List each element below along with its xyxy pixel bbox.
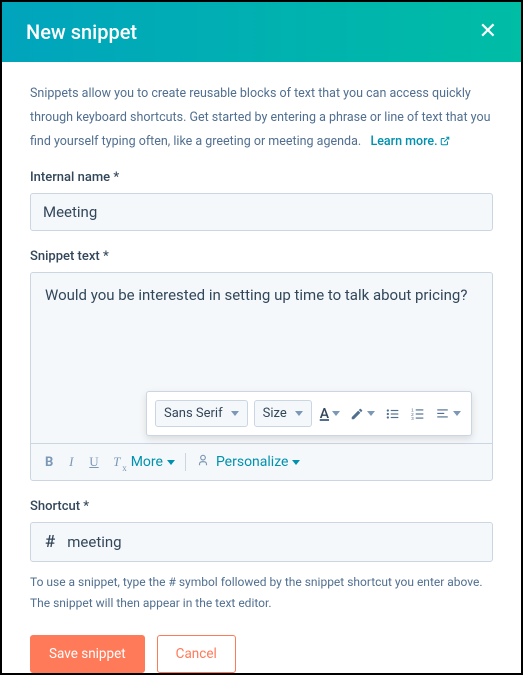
font-family-select[interactable]: Sans Serif xyxy=(155,400,248,427)
chevron-down-icon xyxy=(295,411,303,416)
personalize-token-icon[interactable] xyxy=(196,453,210,471)
bullet-list-button[interactable] xyxy=(383,405,402,423)
align-button[interactable] xyxy=(433,405,463,423)
more-button[interactable]: More xyxy=(131,454,175,470)
modal-title: New snippet xyxy=(26,20,137,44)
internal-name-label: Internal name * xyxy=(30,170,493,185)
highlighter-icon xyxy=(350,407,364,421)
editor-toolbar: B I U Tx More Personalize xyxy=(31,443,492,480)
modal-footer: Save snippet Cancel xyxy=(2,635,521,693)
description-text: Snippets allow you to create reusable bl… xyxy=(30,82,493,154)
highlight-button[interactable] xyxy=(348,405,377,423)
learn-more-link[interactable]: Learn more. xyxy=(370,134,449,149)
underline-button[interactable]: U xyxy=(85,452,102,472)
chevron-down-icon xyxy=(292,460,300,465)
snippet-text-label: Snippet text * xyxy=(30,249,493,264)
shortcut-help-text: To use a snippet, type the # symbol foll… xyxy=(30,572,493,613)
svg-text:3: 3 xyxy=(411,416,414,421)
italic-button[interactable]: I xyxy=(63,452,79,472)
bold-button[interactable]: B xyxy=(41,453,57,472)
align-icon xyxy=(435,407,450,421)
text-color-button[interactable]: A xyxy=(318,404,342,424)
toolbar-divider xyxy=(185,453,186,471)
bullet-list-icon xyxy=(385,407,400,421)
shortcut-input[interactable] xyxy=(59,524,492,560)
chevron-down-icon xyxy=(332,411,340,416)
clear-format-button[interactable]: Tx xyxy=(109,452,125,472)
modal-header: New snippet ✕ xyxy=(2,2,521,62)
numbered-list-button[interactable]: 123 xyxy=(408,405,427,423)
modal-body: Snippets allow you to create reusable bl… xyxy=(2,62,521,613)
cancel-button[interactable]: Cancel xyxy=(157,635,236,673)
close-icon[interactable]: ✕ xyxy=(479,21,497,43)
chevron-down-icon xyxy=(453,411,461,416)
font-size-select[interactable]: Size xyxy=(254,400,312,427)
numbered-list-icon: 123 xyxy=(410,407,425,421)
chevron-down-icon xyxy=(167,460,175,465)
chevron-down-icon xyxy=(231,411,239,416)
shortcut-field: # xyxy=(30,522,493,562)
shortcut-label: Shortcut * xyxy=(30,499,493,514)
shortcut-prefix: # xyxy=(31,523,59,561)
snippet-editor: Would you be interested in setting up ti… xyxy=(30,272,493,481)
personalize-button[interactable]: Personalize xyxy=(216,454,301,470)
internal-name-input[interactable] xyxy=(30,193,493,231)
external-link-icon xyxy=(440,131,450,155)
chevron-down-icon xyxy=(367,411,375,416)
formatting-popup: Sans Serif Size A 123 xyxy=(146,391,472,436)
save-button[interactable]: Save snippet xyxy=(30,635,145,673)
